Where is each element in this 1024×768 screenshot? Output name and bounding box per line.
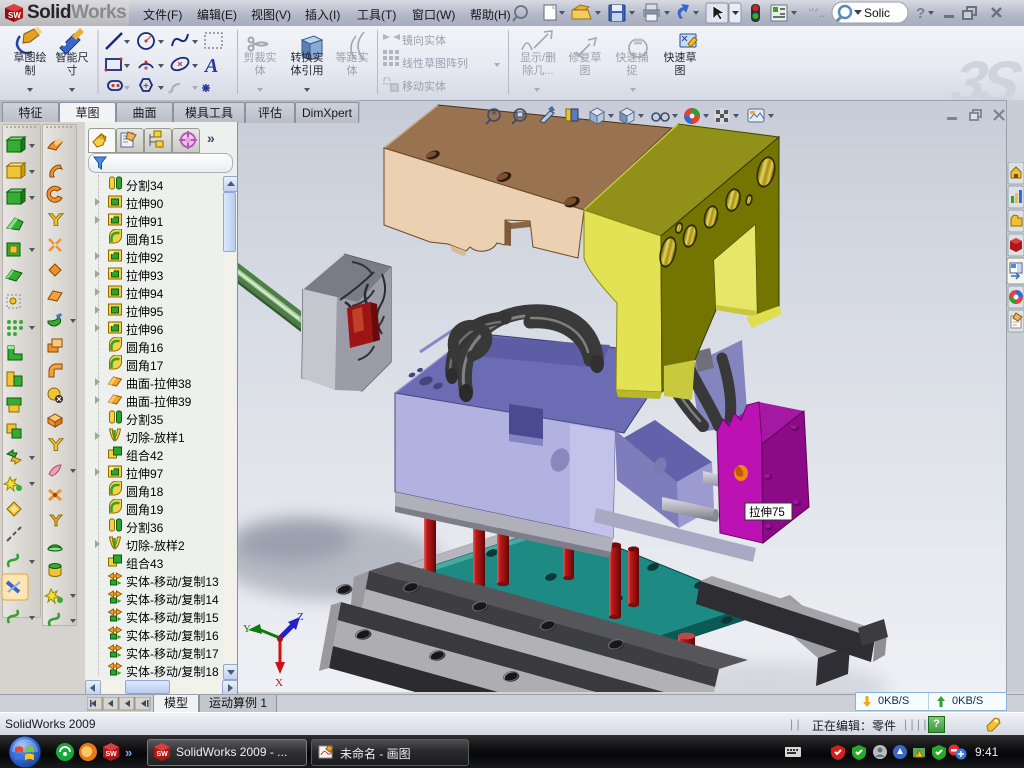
svg-text:»: » [125,745,132,760]
svg-text:Z: Z [297,611,304,623]
svg-text:拉伸75: 拉伸75 [749,505,785,519]
svg-text:SW: SW [157,751,169,758]
svg-text:X: X [275,677,283,689]
svg-text:Y: Y [243,623,251,635]
svg-text:A: A [203,55,218,77]
svg-text:SW: SW [106,751,118,758]
svg-text:⺍..: ⺍.. [808,7,825,20]
svg-text:Solic: Solic [864,6,890,20]
svg-text:?: ? [916,5,925,22]
svg-text:SW: SW [8,11,21,20]
